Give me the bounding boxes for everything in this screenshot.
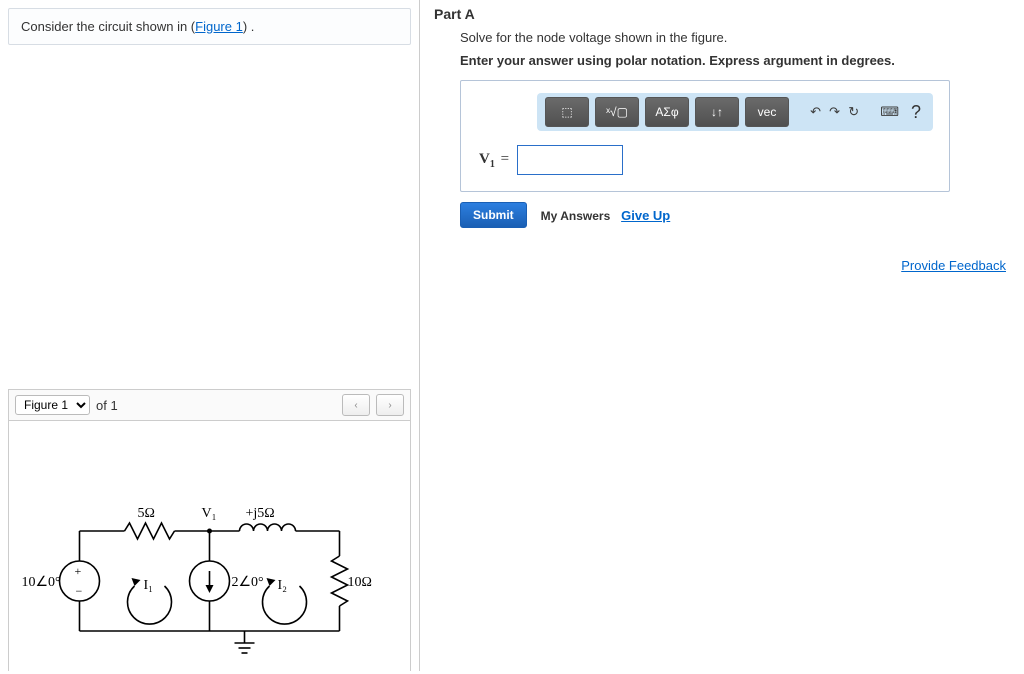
- sqrt-button[interactable]: ˣ√▢: [595, 97, 639, 127]
- figure-select[interactable]: Figure 1: [15, 395, 90, 415]
- figure-link[interactable]: Figure 1: [195, 19, 243, 34]
- part-instruction: Solve for the node voltage shown in the …: [460, 30, 1010, 45]
- equation-toolbar: ⬚ ˣ√▢ ΑΣφ ↓↑ vec ↶ ↷ ↻ ⌨ ?: [537, 93, 933, 131]
- circuit-i1-label: I₁: [144, 578, 154, 593]
- answer-box: ⬚ ˣ√▢ ΑΣφ ↓↑ vec ↶ ↷ ↻ ⌨ ? V1 =: [460, 80, 950, 192]
- part-instruction-strong: Enter your answer using polar notation. …: [460, 53, 1010, 68]
- give-up-link[interactable]: Give Up: [621, 208, 670, 223]
- circuit-i2-label: I₂: [278, 578, 288, 593]
- answer-variable-label: V1 =: [479, 151, 509, 170]
- reset-icon[interactable]: ↻: [847, 101, 860, 123]
- circuit-cs-label: 2∠0°: [232, 575, 264, 590]
- circuit-r1-label: 5Ω: [138, 506, 155, 521]
- help-icon[interactable]: ?: [911, 102, 921, 123]
- figure-of-text: of 1: [96, 398, 118, 413]
- part-title: Part A: [434, 6, 1010, 22]
- submit-button[interactable]: Submit: [460, 202, 527, 228]
- figure-next-button[interactable]: ›: [376, 394, 404, 416]
- circuit-source-label: 10∠0°: [22, 575, 61, 590]
- figure-body: + −: [9, 421, 410, 671]
- circuit-r2-label: 10Ω: [348, 575, 372, 590]
- svg-text:−: −: [76, 584, 83, 598]
- prompt-post: ) .: [243, 19, 255, 34]
- svg-text:+: +: [75, 564, 82, 578]
- circuit-diagram: + −: [9, 421, 410, 671]
- problem-prompt: Consider the circuit shown in (Figure 1)…: [8, 8, 411, 45]
- circuit-l-label: +j5Ω: [246, 506, 275, 521]
- subscript-button[interactable]: ↓↑: [695, 97, 739, 127]
- template-button[interactable]: ⬚: [545, 97, 589, 127]
- circuit-v1-label: V₁: [202, 506, 217, 521]
- my-answers-label: My Answers: [541, 209, 611, 223]
- prompt-pre: Consider the circuit shown in (: [21, 19, 195, 34]
- greek-button[interactable]: ΑΣφ: [645, 97, 689, 127]
- figure-panel: Figure 1 of 1 ‹ ›: [8, 389, 411, 671]
- keyboard-icon[interactable]: ⌨: [880, 101, 899, 123]
- undo-icon[interactable]: ↶: [809, 101, 822, 123]
- figure-prev-button[interactable]: ‹: [342, 394, 370, 416]
- redo-icon[interactable]: ↷: [828, 101, 841, 123]
- answer-input[interactable]: [517, 145, 623, 175]
- figure-header: Figure 1 of 1 ‹ ›: [9, 390, 410, 421]
- vec-button[interactable]: vec: [745, 97, 789, 127]
- provide-feedback-link[interactable]: Provide Feedback: [901, 258, 1006, 273]
